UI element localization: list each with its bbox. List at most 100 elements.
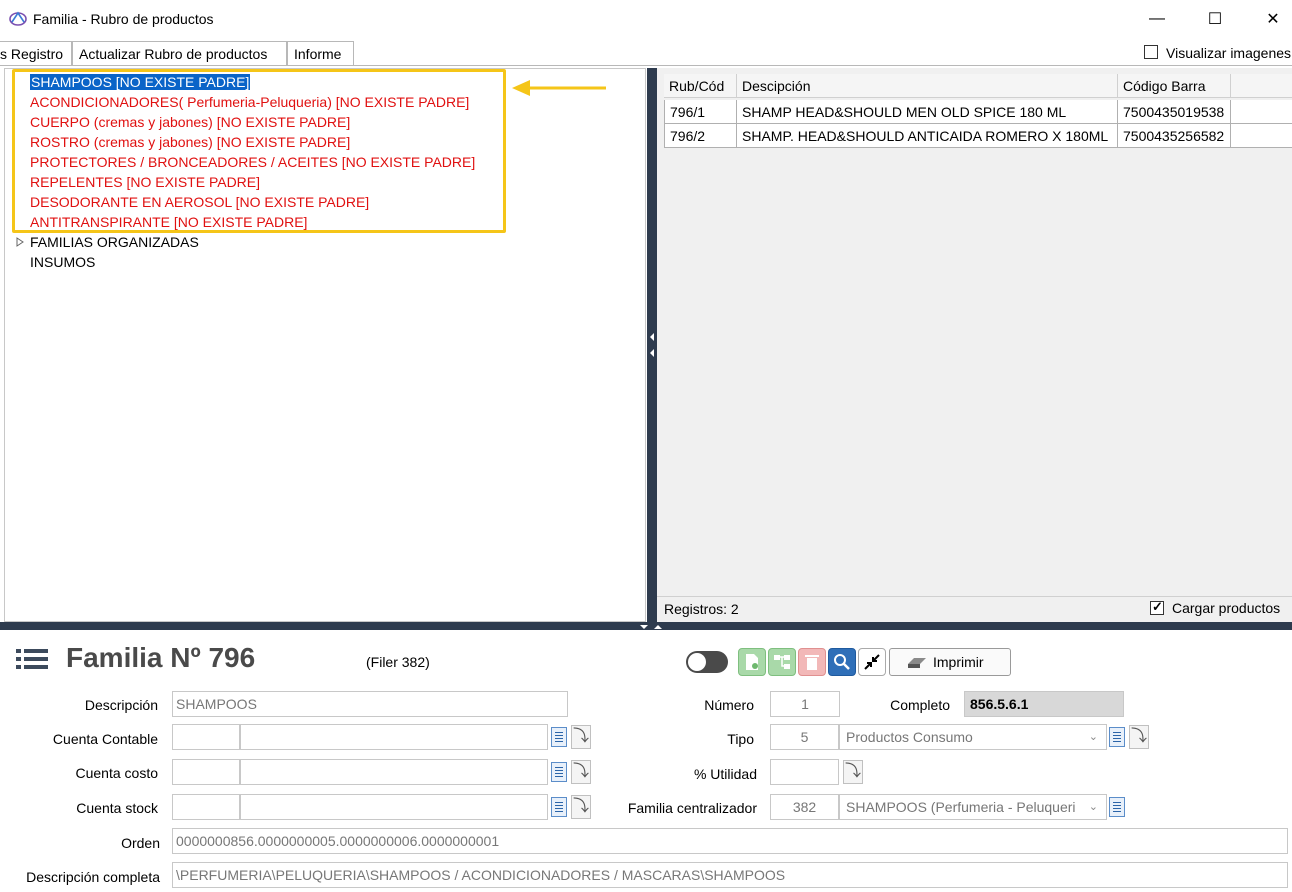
- tree-item-protectores[interactable]: PROTECTORES / BRONCEADORES / ACEITES [NO…: [30, 153, 475, 171]
- grid-cell-filler: [1231, 100, 1292, 124]
- numero-field[interactable]: 1: [770, 691, 840, 717]
- tipo-select[interactable]: Productos Consumo ⌄: [839, 724, 1107, 750]
- grid-cell[interactable]: SHAMP HEAD&SHOULD MEN OLD SPICE 180 ML: [737, 100, 1118, 124]
- orden-label: Orden: [121, 835, 160, 851]
- tree-item-acondicionadores[interactable]: ACONDICIONADORES( Perfumeria-Peluqueria)…: [30, 93, 469, 111]
- printer-icon: [908, 658, 926, 668]
- chevron-down-icon: ⌄: [1088, 731, 1098, 743]
- lookup-icon[interactable]: [551, 797, 567, 817]
- grid-cell[interactable]: 796/1: [664, 100, 737, 124]
- close-icon: ✕: [1266, 11, 1280, 28]
- chevron-down-icon: ⌄: [1088, 795, 1098, 819]
- maximize-icon: ☐: [1207, 11, 1223, 28]
- familia-centralizador-code-field[interactable]: 382: [770, 794, 839, 820]
- grid-header-filler: [1231, 74, 1292, 98]
- descripcion-label: Descripción: [84, 697, 158, 713]
- jump-arrow-icon[interactable]: ⤵: [571, 760, 591, 784]
- lookup-icon[interactable]: [551, 727, 567, 747]
- grid-cell[interactable]: 7500435256582: [1118, 124, 1231, 148]
- lookup-icon[interactable]: [551, 762, 567, 782]
- collapse-icon: [864, 654, 880, 670]
- visualizar-imagenes-checkbox[interactable]: [1144, 45, 1158, 59]
- hierarchy-button[interactable]: [768, 648, 796, 676]
- tipo-code-field[interactable]: 5: [770, 724, 839, 750]
- expand-arrow-icon[interactable]: [16, 237, 24, 247]
- grid-cell[interactable]: 796/2: [664, 124, 737, 148]
- jump-arrow-icon[interactable]: ⤵: [571, 725, 591, 749]
- minimize-form-button[interactable]: [858, 648, 886, 676]
- tree-item-shampoos[interactable]: SHAMPOOS [NO EXISTE PADRE]: [30, 73, 251, 91]
- expand-collapse-icon[interactable]: [638, 624, 668, 630]
- filer-label: (Filer 382): [366, 654, 430, 670]
- grid-cell[interactable]: SHAMP. HEAD&SHOULD ANTICAIDA ROMERO X 18…: [737, 124, 1118, 148]
- cuenta-contable-desc-field[interactable]: [240, 724, 548, 750]
- imprimir-button[interactable]: Imprimir: [889, 648, 1011, 676]
- completo-label: Completo: [890, 697, 950, 713]
- numero-label: Número: [704, 697, 754, 713]
- form-title: Familia Nº 796: [66, 642, 256, 673]
- tab-informe[interactable]: Informe: [287, 41, 354, 65]
- delete-button[interactable]: [798, 648, 826, 676]
- pointer-arrow-icon: [512, 80, 606, 96]
- utilidad-label: % Utilidad: [693, 766, 757, 782]
- orden-field[interactable]: 0000000856.0000000005.0000000006.0000000…: [172, 828, 1288, 854]
- toggle-switch[interactable]: [686, 651, 728, 673]
- cuenta-contable-label: Cuenta Contable: [52, 731, 158, 747]
- cuenta-stock-label: Cuenta stock: [76, 800, 158, 816]
- maximize-button[interactable]: ☐: [1192, 0, 1238, 38]
- lookup-icon[interactable]: [1109, 797, 1125, 817]
- grid-footer-divider: [657, 596, 1292, 597]
- cuenta-contable-code-field[interactable]: [172, 724, 240, 750]
- utilidad-field[interactable]: [770, 759, 839, 785]
- descripcion-completa-field[interactable]: \PERFUMERIA\PELUQUERIA\SHAMPOOS / ACONDI…: [172, 862, 1288, 888]
- cargar-productos-checkbox[interactable]: [1150, 599, 1164, 615]
- tab-divider: [0, 65, 1292, 66]
- app-logo-icon: [9, 11, 27, 26]
- completo-field: 856.5.6.1: [964, 691, 1124, 717]
- close-button[interactable]: ✕: [1250, 0, 1292, 38]
- familia-centralizador-label: Familia centralizador: [627, 800, 757, 816]
- cuenta-stock-desc-field[interactable]: [240, 794, 548, 820]
- minimize-button[interactable]: —: [1134, 0, 1180, 38]
- lookup-icon[interactable]: [1109, 727, 1125, 747]
- grid-header-descripcion[interactable]: Descipción: [737, 74, 1118, 98]
- search-button[interactable]: [828, 648, 856, 676]
- tree-item-cuerpo[interactable]: CUERPO (cremas y jabones) [NO EXISTE PAD…: [30, 113, 350, 131]
- menu-icon[interactable]: [16, 648, 48, 670]
- familia-centralizador-select[interactable]: SHAMPOOS (Perfumeria - Peluqueri ⌄: [839, 794, 1107, 820]
- tab-registro[interactable]: s Registro: [0, 41, 72, 65]
- tree-item-familias-organizadas[interactable]: FAMILIAS ORGANIZADAS: [30, 233, 199, 251]
- registros-count: Registros: 2: [664, 601, 739, 617]
- tree-item-rostro[interactable]: ROSTRO (cremas y jabones) [NO EXISTE PAD…: [30, 133, 350, 151]
- window-title: Familia - Rubro de productos: [33, 11, 214, 27]
- tree-item-repelentes[interactable]: REPELENTES [NO EXISTE PADRE]: [30, 173, 260, 191]
- grid-header-codigo-barra[interactable]: Código Barra: [1118, 74, 1231, 98]
- new-document-icon: [746, 654, 758, 670]
- cuenta-costo-desc-field[interactable]: [240, 759, 548, 785]
- grid-cell[interactable]: 7500435019538: [1118, 100, 1231, 124]
- collapse-arrows-icon[interactable]: [649, 333, 655, 361]
- tipo-label: Tipo: [727, 731, 754, 747]
- visualizar-imagenes-label: Visualizar imagenes: [1166, 45, 1292, 61]
- trash-icon: [805, 655, 819, 670]
- hierarchy-icon: [774, 655, 790, 669]
- jump-arrow-icon[interactable]: ⤵: [571, 795, 591, 819]
- minimize-icon: —: [1149, 10, 1165, 27]
- jump-arrow-icon[interactable]: ⤵: [843, 760, 863, 784]
- descripcion-completa-label: Descripción completa: [26, 869, 160, 885]
- tree-item-antitranspirante[interactable]: ANTITRANSPIRANTE [NO EXISTE PADRE]: [30, 213, 307, 231]
- grid-cell-filler: [1231, 124, 1292, 148]
- products-grid-panel[interactable]: [657, 68, 1292, 622]
- cuenta-costo-label: Cuenta costo: [75, 765, 159, 781]
- search-icon: [834, 654, 850, 670]
- jump-arrow-icon[interactable]: ⤵: [1129, 725, 1149, 749]
- cuenta-costo-code-field[interactable]: [172, 759, 240, 785]
- cuenta-stock-code-field[interactable]: [172, 794, 240, 820]
- tree-item-insumos[interactable]: INSUMOS: [30, 253, 95, 271]
- grid-header-rubcod[interactable]: Rub/Cód: [664, 74, 737, 98]
- cargar-productos-label: Cargar productos: [1172, 600, 1281, 616]
- new-button[interactable]: [738, 648, 766, 676]
- descripcion-field[interactable]: SHAMPOOS: [172, 691, 568, 717]
- tree-item-desodorante[interactable]: DESODORANTE EN AEROSOL [NO EXISTE PADRE]: [30, 193, 369, 211]
- tab-actualizar-rubro[interactable]: Actualizar Rubro de productos: [72, 41, 287, 65]
